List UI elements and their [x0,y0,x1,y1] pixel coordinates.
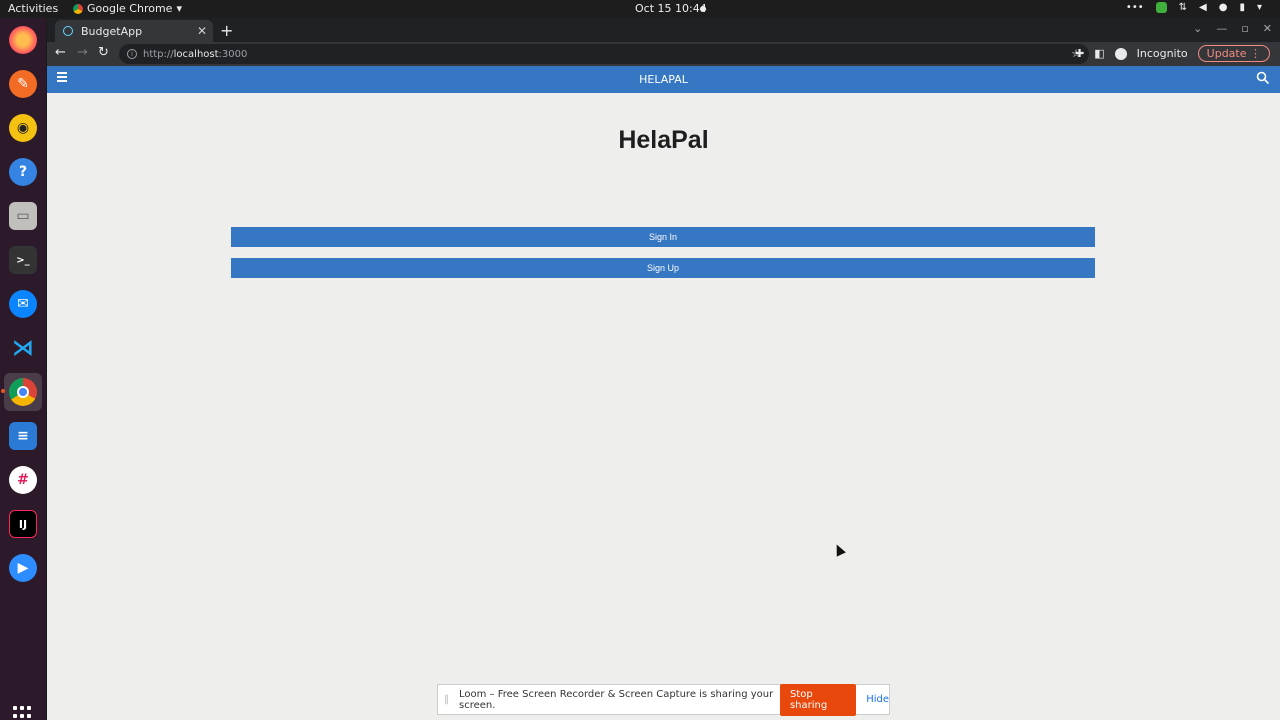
url-scheme: http:// [143,48,174,60]
notification-dot [700,6,706,12]
dock: ✎ ◉ ? ▭ >_ ✉ ⋊ ≡ # IJ ▶ [0,18,46,720]
mouse-cursor [832,542,846,557]
sign-in-button[interactable]: Sign In [231,227,1095,247]
system-tray[interactable]: ••• ⇅ ◀ ● ▮ ▾ [1126,2,1262,13]
slack-icon[interactable]: # [9,466,37,494]
extensions-icon[interactable]: ✚ [1075,47,1084,60]
battery-icon: ▮ [1239,2,1245,13]
sign-up-button[interactable]: Sign Up [231,258,1095,278]
side-panel-icon[interactable]: ◧ [1094,47,1104,60]
update-button[interactable]: Update ⋮ [1197,45,1270,62]
browser-toolbar: ← → ↻ i http://localhost:3000 ☆ ✚ ◧ Inco… [47,42,1280,66]
url-port: :3000 [218,48,248,60]
drag-handle-icon[interactable]: ‖ [444,694,449,705]
reload-icon[interactable]: ↻ [98,45,109,60]
stop-sharing-button[interactable]: Stop sharing [779,683,857,716]
close-window-icon[interactable]: ✕ [1263,22,1272,35]
clock[interactable]: Oct 15 10:44 [635,2,707,15]
toolbar-actions: ✚ ◧ Incognito Update ⋮ [1075,45,1270,62]
help-icon[interactable]: ? [9,158,37,186]
vscode-icon[interactable]: ⋊ [9,334,37,362]
address-bar[interactable]: i http://localhost:3000 ☆ [119,44,1089,64]
inkscape-icon[interactable]: ✎ [9,70,37,98]
url-host: localhost [173,48,219,60]
search-icon[interactable] [1256,71,1270,85]
page-title: HelaPal [618,126,709,154]
system-top-bar: Activities Google Chrome ▾ Oct 15 10:44 … [0,0,1280,18]
tab-strip: BudgetApp ✕ + ⌄ — ▫ ✕ [47,18,1280,42]
loom-message: Loom – Free Screen Recorder & Screen Cap… [459,688,774,711]
files-icon[interactable]: ▭ [9,202,37,230]
running-indicator [1,389,5,393]
chrome-logo [9,378,37,406]
rhythmbox-icon[interactable]: ◉ [9,114,37,142]
forward-icon[interactable]: → [77,45,88,60]
window-controls: ⌄ — ▫ ✕ [1193,22,1272,35]
shield-icon[interactable] [1155,2,1167,13]
app-menu[interactable]: Google Chrome ▾ [73,2,182,15]
hide-button[interactable]: Hide [866,694,889,705]
back-icon[interactable]: ← [55,45,66,60]
zoom-icon[interactable]: ▶ [9,554,37,582]
chrome-icon[interactable] [1,373,42,411]
profile-label[interactable]: Incognito [1137,47,1188,60]
incognito-icon[interactable] [1114,47,1127,60]
network-icon: ⇅ [1178,2,1188,13]
react-favicon-icon [63,26,73,36]
tab-title: BudgetApp [81,24,143,38]
site-info-icon[interactable]: i [127,49,137,59]
close-tab-icon[interactable]: ✕ [197,24,207,38]
minimize-icon[interactable]: — [1216,22,1227,35]
microphone-icon: ● [1218,2,1228,13]
update-label: Update [1206,47,1247,60]
volume-icon: ◀ [1199,2,1207,13]
app-brand: HELAPAL [639,73,688,86]
more-icon[interactable]: ••• [1126,2,1144,13]
terminal-icon[interactable]: >_ [9,246,37,274]
tab-search-icon[interactable]: ⌄ [1193,22,1202,35]
intellij-icon[interactable]: IJ [9,510,37,538]
writer-icon[interactable]: ≡ [9,422,37,450]
app-header: HELAPAL [47,66,1280,93]
system-menu-icon[interactable]: ▾ [1257,2,1262,13]
activities-button[interactable]: Activities [8,2,58,15]
tab-budgetapp[interactable]: BudgetApp ✕ [55,20,213,42]
chevron-down-icon: ▾ [176,2,182,15]
chrome-icon [73,3,83,14]
new-tab-button[interactable]: + [220,21,233,40]
firefox-icon[interactable] [9,26,37,54]
loom-sharing-bar: ‖ Loom – Free Screen Recorder & Screen C… [437,683,890,716]
show-applications-icon[interactable] [13,706,33,720]
thunderbird-icon[interactable]: ✉ [9,290,37,318]
chrome-window: BudgetApp ✕ + ⌄ — ▫ ✕ ← → ↻ i http://loc… [47,18,1280,720]
maximize-icon[interactable]: ▫ [1241,22,1248,35]
app-menu-label: Google Chrome [87,2,173,15]
